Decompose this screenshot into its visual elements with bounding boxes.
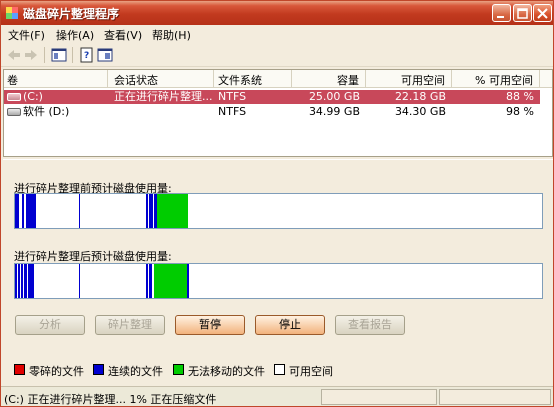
column-filesystem[interactable]: 文件系统 xyxy=(214,70,292,88)
column-status[interactable]: 会话状态 xyxy=(108,70,214,88)
percent-free: 88 % xyxy=(506,90,534,103)
contiguous-segment xyxy=(146,194,148,228)
contiguous-segment xyxy=(24,264,27,298)
file-system: NTFS xyxy=(218,90,247,103)
close-icon xyxy=(537,8,548,19)
file-system: NTFS xyxy=(218,105,247,118)
legend-label: 零碎的文件 xyxy=(29,365,84,378)
menu-help[interactable]: 帮助(H) xyxy=(152,27,191,43)
pause-button[interactable]: 暂停 xyxy=(175,315,245,335)
status-panel xyxy=(321,389,437,405)
svg-text:?: ? xyxy=(84,51,89,61)
contiguous-segment xyxy=(149,194,153,228)
contiguous-segment xyxy=(15,264,17,298)
fragmented-swatch xyxy=(14,364,25,375)
unmovable-segment xyxy=(157,194,188,228)
after-disk-map xyxy=(14,263,543,299)
toolbar: ? xyxy=(1,43,553,67)
free-space: 34.30 GB xyxy=(394,105,446,118)
session-status xyxy=(114,105,214,119)
forward-arrow-icon[interactable] xyxy=(23,47,39,63)
contiguous-segment xyxy=(79,264,80,298)
close-button[interactable] xyxy=(533,4,552,22)
menu-bar: 文件(F) 操作(A) 查看(V) 帮助(H) xyxy=(1,25,553,43)
volume-name: 软件 (D:) xyxy=(23,105,70,118)
column-free-space[interactable]: 可用空间 xyxy=(366,70,452,88)
analysis-panel: 进行碎片整理前预计磁盘使用量: 进行碎片整理后预计磁盘使用量: 分析 碎片整理 … xyxy=(3,159,553,384)
column-capacity[interactable]: 容量 xyxy=(292,70,366,88)
minimize-icon xyxy=(497,16,504,18)
column-volume[interactable]: 卷 xyxy=(4,70,108,88)
contiguous-segment xyxy=(22,194,24,228)
title-bar[interactable]: 磁盘碎片整理程序 xyxy=(1,1,553,25)
after-usage-label: 进行碎片整理后预计磁盘使用量: xyxy=(14,250,172,263)
free-space: 22.18 GB xyxy=(394,90,446,103)
menu-file[interactable]: 文件(F) xyxy=(8,27,45,43)
unmovable-swatch xyxy=(173,364,184,375)
status-bar: (C:) 正在进行碎片整理... 1% 正在压缩文件 xyxy=(1,386,553,406)
minimize-button[interactable] xyxy=(492,4,511,22)
toolbar-separator xyxy=(72,47,73,63)
maximize-button[interactable] xyxy=(513,4,532,22)
hard-drive-icon xyxy=(7,93,21,101)
view-report-button[interactable]: 查看报告 xyxy=(335,315,405,335)
table-row[interactable]: (C:) 正在进行碎片整理... NTFS 25.00 GB 22.18 GB … xyxy=(4,90,540,104)
status-text: (C:) 正在进行碎片整理... 1% 正在压缩文件 xyxy=(4,393,217,406)
contiguous-swatch xyxy=(93,364,104,375)
legend-label: 无法移动的文件 xyxy=(188,365,265,378)
contiguous-segment xyxy=(149,264,152,298)
table-row[interactable]: 软件 (D:) NTFS 34.99 GB 34.30 GB 98 % xyxy=(4,105,540,119)
before-disk-map xyxy=(14,193,543,229)
console-tree-icon[interactable] xyxy=(51,47,67,63)
free-space-swatch xyxy=(274,364,285,375)
toolbar-separator xyxy=(44,47,45,63)
defragment-button[interactable]: 碎片整理 xyxy=(95,315,165,335)
contiguous-segment xyxy=(26,194,36,228)
unmovable-segment xyxy=(154,264,187,298)
contiguous-segment xyxy=(146,264,148,298)
percent-free: 98 % xyxy=(506,105,534,118)
defrag-window: 磁盘碎片整理程序 文件(F) 操作(A) 查看(V) 帮助(H) ? 卷 会话状… xyxy=(0,0,554,407)
stop-button[interactable]: 停止 xyxy=(255,315,325,335)
list-header: 卷 会话状态 文件系统 容量 可用空间 % 可用空间 xyxy=(4,70,552,88)
column-percent-free[interactable]: % 可用空间 xyxy=(452,70,540,88)
defrag-app-icon xyxy=(6,7,18,19)
session-status: 正在进行碎片整理... xyxy=(114,90,213,103)
help-topic-icon[interactable]: ? xyxy=(79,47,95,63)
capacity: 25.00 GB xyxy=(308,90,360,103)
capacity: 34.99 GB xyxy=(308,105,360,118)
back-arrow-icon[interactable] xyxy=(6,47,22,63)
analyze-button[interactable]: 分析 xyxy=(15,315,85,335)
hard-drive-icon xyxy=(7,108,21,116)
volume-list[interactable]: 卷 会话状态 文件系统 容量 可用空间 % 可用空间 (C:) 正在进行碎片整理… xyxy=(3,69,553,157)
volume-name: (C:) xyxy=(23,90,43,103)
menu-action[interactable]: 操作(A) xyxy=(56,27,94,43)
menu-view[interactable]: 查看(V) xyxy=(104,27,142,43)
contiguous-segment xyxy=(21,264,23,298)
contiguous-segment xyxy=(28,264,34,298)
maximize-icon xyxy=(517,8,528,19)
legend-label: 连续的文件 xyxy=(108,365,163,378)
status-panel xyxy=(439,389,551,405)
help-window-icon[interactable] xyxy=(97,47,113,63)
legend-label: 可用空间 xyxy=(289,365,333,378)
contiguous-segment xyxy=(187,264,189,298)
window-title: 磁盘碎片整理程序 xyxy=(23,7,120,21)
contiguous-segment xyxy=(18,264,20,298)
contiguous-segment xyxy=(79,194,80,228)
